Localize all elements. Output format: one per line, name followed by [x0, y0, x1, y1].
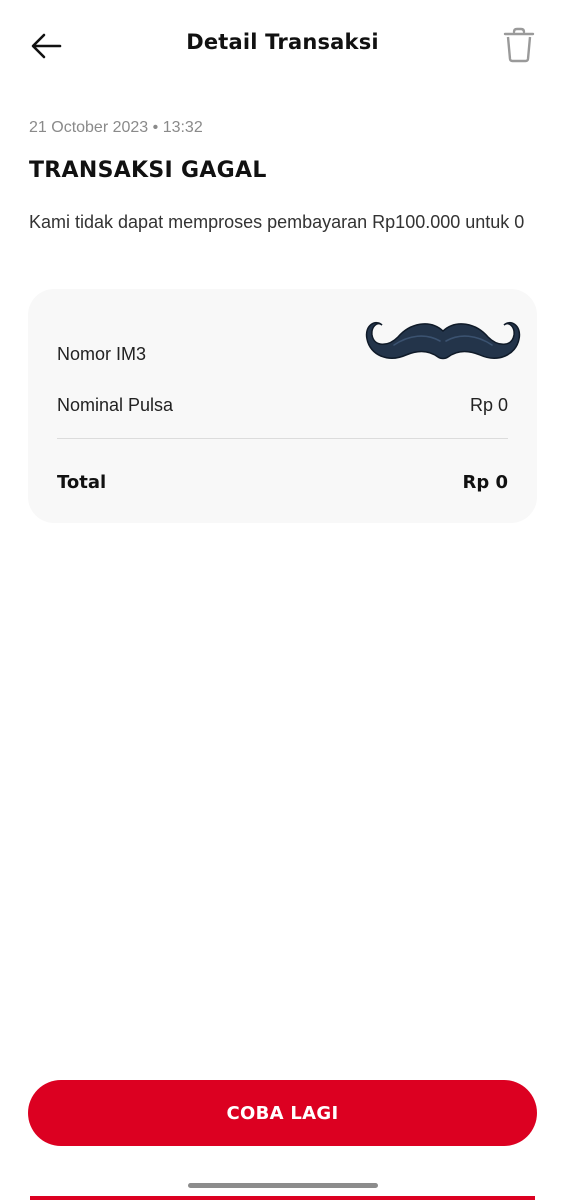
detail-row-value: Rp 0 [469, 394, 508, 415]
retry-button[interactable]: COBA LAGI [28, 1080, 537, 1146]
home-indicator[interactable] [188, 1183, 378, 1188]
app-header: Detail Transaksi [0, 0, 565, 90]
transaction-status-title: TRANSAKSI GAGAL [29, 158, 267, 183]
transaction-timestamp: 21 October 2023 • 13:32 [29, 119, 203, 136]
total-row: Total Rp 0 [57, 468, 508, 496]
delete-button[interactable] [499, 24, 539, 66]
mustache-sticker [365, 321, 521, 360]
trash-icon [503, 27, 535, 63]
detail-row-label: Nominal Pulsa [57, 394, 174, 415]
total-label: Total [57, 471, 107, 493]
detail-row-nominal: Nominal Pulsa Rp 0 [57, 391, 508, 419]
bottom-accent-bar [30, 1196, 535, 1200]
transaction-detail-card: Nomor IM3 Nominal Pulsa Rp 0 Total Rp 0 [28, 289, 537, 523]
page-title: Detail Transaksi [186, 30, 379, 54]
card-divider [57, 438, 508, 439]
total-value: Rp 0 [462, 471, 508, 493]
transaction-description: Kami tidak dapat memproses pembayaran Rp… [29, 212, 525, 232]
detail-row-label: Nomor IM3 [57, 343, 147, 364]
